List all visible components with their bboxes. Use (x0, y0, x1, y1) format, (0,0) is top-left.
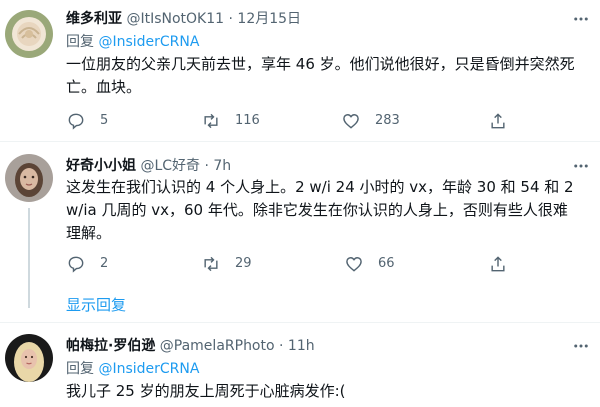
retweet-icon (204, 113, 218, 129)
share-icon (491, 256, 505, 272)
tweet-header: 好奇小小姐 @LC好奇 · 7h (66, 157, 231, 175)
tweet-3[interactable]: 帕梅拉·罗伯逊 @PamelaRPhoto · 11h 回复 @InsiderC… (0, 323, 600, 407)
more-icon[interactable] (570, 8, 592, 30)
more-icon[interactable] (570, 335, 592, 357)
avatar-blonde[interactable] (5, 334, 53, 382)
reply-to-handle[interactable]: @InsiderCRNA (98, 34, 199, 50)
tweet-header: 维多利亚 @ItIsNotOK11 · 12月15日 (66, 10, 301, 28)
replying-to: 回复 @InsiderCRNA (66, 33, 199, 51)
author-name[interactable]: 帕梅拉·罗伯逊 (66, 338, 155, 354)
separator: · (228, 11, 233, 27)
tweet-actions: 5 116 283 (66, 111, 586, 133)
reply-prefix: 回复 (66, 361, 94, 377)
reply-button[interactable]: 5 (66, 111, 108, 131)
show-replies-link[interactable]: 显示回复 (66, 294, 126, 315)
replying-to: 回复 @InsiderCRNA (66, 360, 199, 378)
like-count: 66 (378, 256, 395, 271)
retweet-button[interactable]: 29 (201, 254, 252, 274)
like-count: 283 (375, 113, 400, 128)
retweet-button[interactable]: 116 (201, 111, 260, 131)
separator: · (279, 338, 284, 354)
reply-count: 2 (100, 256, 109, 271)
timestamp[interactable]: 11h (288, 338, 315, 354)
reply-prefix: 回复 (66, 34, 94, 50)
retweet-count: 116 (235, 113, 260, 128)
author-name[interactable]: 维多利亚 (66, 11, 122, 27)
tweet-1[interactable]: 维多利亚 @ItIsNotOK11 · 12月15日 回复 @InsiderCR… (0, 0, 600, 140)
avatar-portrait[interactable] (5, 154, 53, 202)
share-icon (491, 113, 505, 129)
tweet-text: 这发生在我们认识的 4 个人身上。2 w/i 24 小时的 vx，年龄 30 和… (66, 178, 574, 242)
like-icon (343, 114, 359, 129)
reply-count: 5 (100, 113, 109, 128)
thread-line (28, 208, 30, 308)
tweet-actions: 2 29 66 (66, 254, 586, 276)
tweet-text: 我儿子 25 岁的朋友上周死于心脏病发作:( (66, 382, 346, 400)
tweet-header: 帕梅拉·罗伯逊 @PamelaRPhoto · 11h (66, 337, 315, 355)
like-button[interactable]: 66 (344, 254, 395, 274)
like-button[interactable]: 283 (341, 111, 400, 131)
share-button[interactable] (488, 111, 522, 131)
reply-to-handle[interactable]: @InsiderCRNA (98, 361, 199, 377)
author-handle[interactable]: @LC好奇 (140, 158, 200, 174)
like-icon (346, 257, 362, 272)
avatar-rose[interactable] (5, 10, 53, 58)
timestamp[interactable]: 12月15日 (237, 11, 301, 27)
tweet-2[interactable]: 好奇小小姐 @LC好奇 · 7h 这发生在我们认识的 4 个人身上。2 w/i … (0, 142, 600, 318)
share-button[interactable] (488, 254, 522, 274)
reply-icon (68, 256, 84, 273)
author-name[interactable]: 好奇小小姐 (66, 158, 136, 174)
reply-icon (68, 113, 84, 130)
reply-button[interactable]: 2 (66, 254, 108, 274)
author-handle[interactable]: @PamelaRPhoto (160, 338, 275, 354)
author-handle[interactable]: @ItIsNotOK11 (126, 11, 224, 27)
timestamp[interactable]: 7h (213, 158, 231, 174)
separator: · (204, 158, 209, 174)
more-icon[interactable] (570, 155, 592, 177)
retweet-icon (204, 256, 218, 272)
retweet-count: 29 (235, 256, 252, 271)
tweet-text: 一位朋友的父亲几天前去世，享年 46 岁。他们说他很好，只是昏倒并突然死亡。血块… (66, 55, 575, 96)
